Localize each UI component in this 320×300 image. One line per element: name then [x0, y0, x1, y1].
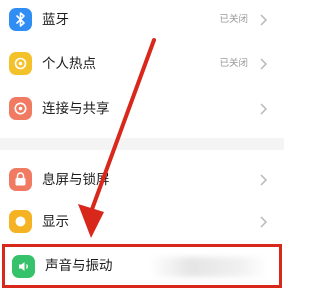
- chevron-right-icon: [260, 216, 268, 228]
- hotspot-icon: [9, 52, 32, 75]
- settings-item-label: 显示: [42, 214, 69, 230]
- chevron-right-icon: [260, 103, 268, 115]
- status-text: 已关闭: [219, 58, 248, 69]
- settings-item-bluetooth[interactable]: 蓝牙 已关闭: [0, 0, 284, 52]
- display-icon: [9, 210, 32, 233]
- chevron-right-icon: [260, 14, 268, 26]
- settings-item-connection-sharing[interactable]: 连接与共享: [0, 91, 284, 143]
- lock-icon: [9, 168, 32, 191]
- share-icon: [9, 97, 32, 120]
- highlight-box: [2, 244, 282, 288]
- chevron-right-icon: [260, 58, 268, 70]
- settings-item-label: 连接与共享: [42, 101, 110, 117]
- settings-item-label: 个人热点: [42, 56, 96, 72]
- settings-item-label: 蓝牙: [42, 12, 69, 28]
- status-text: 已关闭: [219, 14, 248, 25]
- settings-item-lock-screen[interactable]: 息屏与锁屏: [0, 156, 284, 208]
- bluetooth-icon: [9, 8, 32, 31]
- section-divider: [0, 138, 284, 150]
- chevron-right-icon: [260, 174, 268, 186]
- settings-item-label: 息屏与锁屏: [42, 172, 110, 188]
